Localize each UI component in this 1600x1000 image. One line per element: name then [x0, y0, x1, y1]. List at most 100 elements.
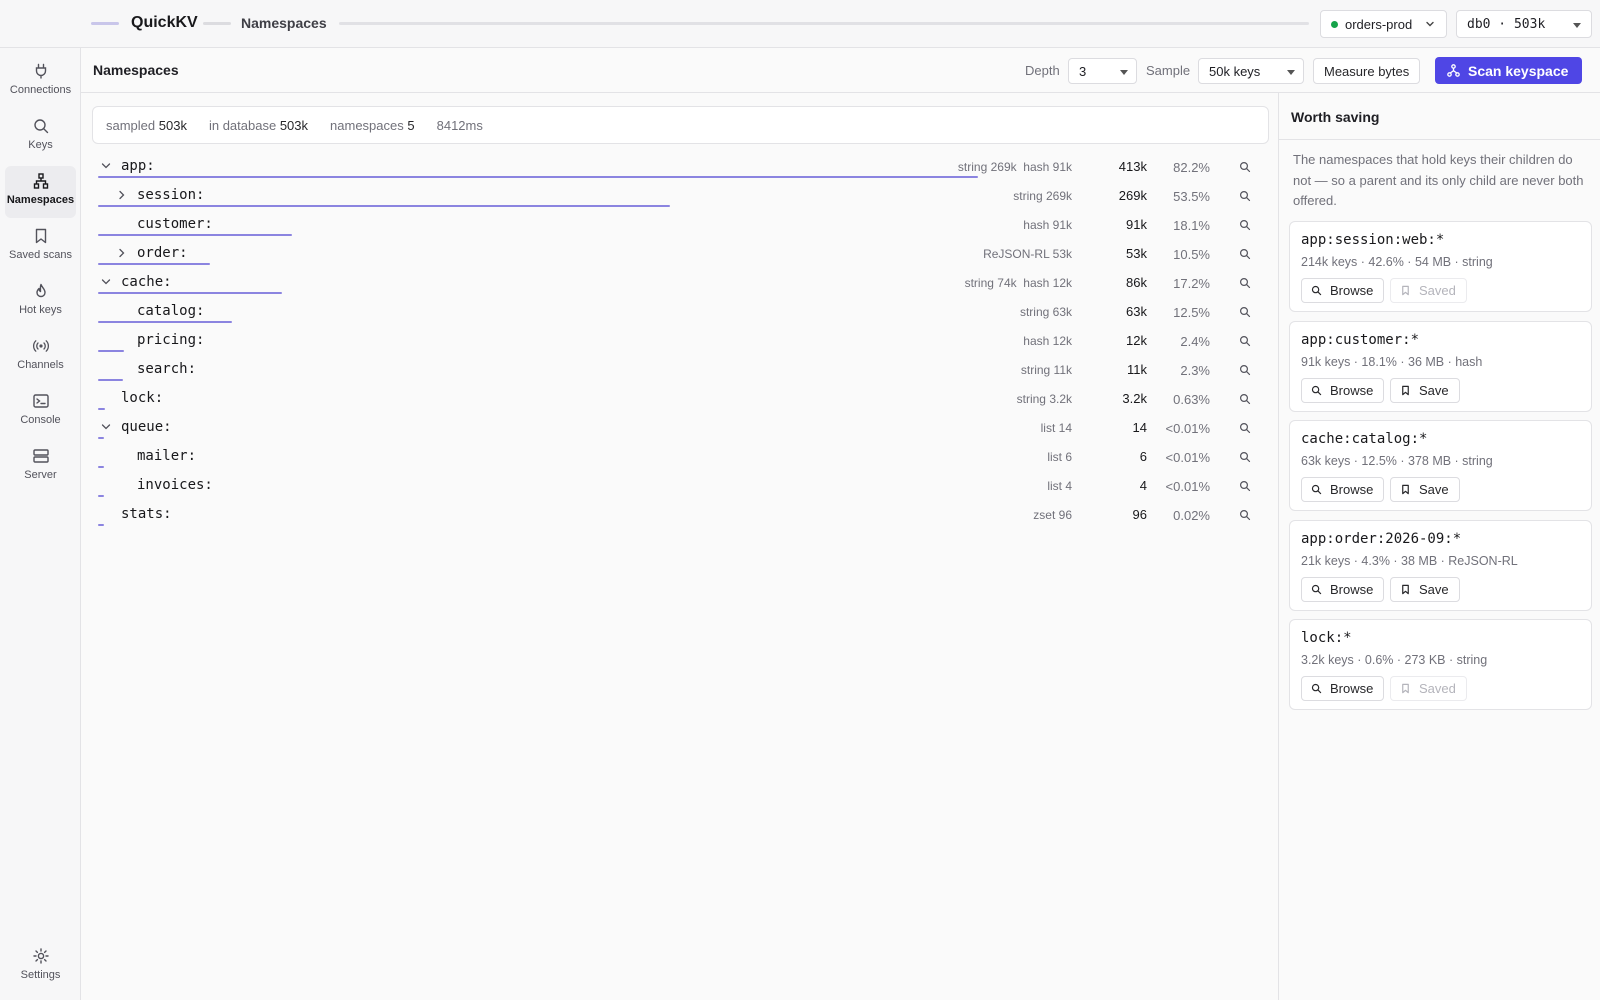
sidebar-item-label: Namespaces — [6, 194, 75, 206]
top-bar: QuickKV Namespaces orders-prod db0 · 503… — [0, 0, 1600, 48]
browse-button[interactable]: Browse — [1301, 377, 1385, 403]
namespace-name: queue: — [121, 419, 172, 435]
sidebar-item-channels[interactable]: Channels — [5, 331, 76, 383]
search-icon[interactable] — [1239, 161, 1251, 173]
save-label: Save — [1419, 482, 1449, 497]
depth-select[interactable]: 3 — [1068, 58, 1137, 84]
namespace-row[interactable]: session: string 269k 269k 53.5% — [92, 182, 1269, 211]
sidebar-item-server[interactable]: Server — [5, 441, 76, 493]
caret-down-icon — [1573, 23, 1581, 28]
sample-select[interactable]: 50k keys — [1198, 58, 1304, 84]
summary-sampled: sampled 503k — [106, 117, 187, 133]
broadcast-icon — [32, 340, 49, 352]
browse-label: Browse — [1330, 382, 1374, 398]
namespace-row[interactable]: invoices: list 4 4 <0.01% — [92, 472, 1269, 501]
card-meta: 214k keys · 42.6% · 54 MB · string — [1301, 255, 1493, 269]
search-icon[interactable] — [1239, 306, 1251, 318]
topbar-divider — [339, 22, 1309, 25]
namespace-row[interactable]: lock: string 3.2k 3.2k 0.63% — [92, 385, 1269, 414]
namespace-name: mailer: — [137, 448, 197, 464]
save-label: Saved — [1419, 283, 1456, 298]
sidebar-item-settings[interactable]: Settings — [5, 941, 76, 993]
namespace-row[interactable]: mailer: list 6 6 <0.01% — [92, 443, 1269, 472]
search-icon[interactable] — [1239, 422, 1251, 434]
card-meta: 21k keys · 4.3% · 38 MB · ReJSON-RL — [1301, 553, 1518, 568]
namespace-share-bar — [98, 321, 232, 323]
connection-select[interactable]: orders-prod — [1320, 10, 1447, 38]
search-icon[interactable] — [1239, 219, 1251, 231]
namespace-percent: 17.2% — [1173, 276, 1210, 291]
save-button[interactable]: Save — [1390, 377, 1460, 403]
search-icon[interactable] — [1239, 393, 1251, 405]
save-button[interactable]: Save — [1390, 477, 1460, 502]
measure-bytes-button[interactable]: Measure bytes — [1313, 58, 1421, 84]
chevron-down-icon[interactable] — [100, 160, 112, 172]
namespace-types: string 269k — [1013, 189, 1072, 203]
namespace-name: stats: — [121, 506, 172, 522]
database-select[interactable]: db0 · 503k — [1456, 10, 1592, 38]
card-pattern: app:session:web:* — [1301, 232, 1445, 248]
search-icon[interactable] — [1239, 190, 1251, 202]
caret-down-icon — [1120, 70, 1128, 75]
save-label: Save — [1419, 382, 1449, 398]
search-icon[interactable] — [1239, 509, 1251, 521]
sample-value: 50k keys — [1209, 63, 1261, 79]
sidebar-item-connections[interactable]: Connections — [5, 56, 76, 108]
scan-keyspace-button[interactable]: Scan keyspace — [1435, 57, 1583, 84]
chevron-down-icon[interactable] — [100, 276, 112, 288]
namespace-percent: <0.01% — [1165, 450, 1210, 465]
browse-button[interactable]: Browse — [1301, 278, 1385, 303]
chevron-right-icon[interactable] — [116, 247, 128, 259]
worth-saving-description: The namespaces that hold keys their chil… — [1293, 152, 1584, 208]
sidebar-item-saved-scans[interactable]: Saved scans — [5, 221, 76, 273]
worth-saving-title: Worth saving — [1279, 93, 1600, 140]
namespace-row[interactable]: cache: string 74k hash 12k 86k 17.2% — [92, 269, 1269, 298]
sidebar-item-hot-keys[interactable]: Hot keys — [5, 276, 76, 328]
namespace-name: cache: — [121, 274, 172, 290]
browse-label: Browse — [1330, 283, 1374, 298]
browse-button[interactable]: Browse — [1301, 676, 1385, 701]
search-icon — [1311, 484, 1322, 495]
namespace-row[interactable]: queue: list 14 14 <0.01% — [92, 414, 1269, 443]
namespace-name: catalog: — [137, 303, 205, 319]
sidebar-item-console[interactable]: Console — [5, 386, 76, 438]
sidebar-item-label: Keys — [28, 139, 53, 151]
sidebar-item-label: Server — [24, 469, 57, 481]
namespace-row[interactable]: catalog: string 63k 63k 12.5% — [92, 298, 1269, 327]
chevron-right-icon[interactable] — [116, 189, 128, 201]
sidebar-item-namespaces[interactable]: Namespaces — [5, 166, 76, 218]
namespace-types: string 63k — [1019, 305, 1072, 319]
toolbar: Namespaces Depth 3 Sample 50k keys Measu… — [81, 48, 1600, 93]
search-icon[interactable] — [1239, 248, 1251, 260]
card-pattern: app:customer:* — [1301, 331, 1420, 348]
brand-accent-line — [91, 22, 119, 25]
save-button[interactable]: Save — [1390, 576, 1460, 602]
saved-button: Saved — [1390, 278, 1467, 303]
flame-icon — [35, 283, 46, 298]
search-icon[interactable] — [1239, 364, 1251, 376]
search-icon[interactable] — [1239, 277, 1251, 289]
browse-button[interactable]: Browse — [1301, 477, 1385, 502]
namespace-name: search: — [137, 361, 197, 377]
search-icon[interactable] — [1239, 451, 1251, 463]
namespace-row[interactable]: pricing: hash 12k 12k 2.4% — [92, 327, 1269, 356]
namespace-row[interactable]: order: ReJSON-RL 53k 53k 10.5% — [92, 240, 1269, 269]
bookmark-icon — [1402, 584, 1409, 594]
sidebar-item-keys[interactable]: Keys — [5, 111, 76, 163]
database-label: db0 · 503k — [1467, 16, 1546, 32]
browse-button[interactable]: Browse — [1301, 576, 1385, 602]
namespace-row[interactable]: stats: zset 96 96 0.02% — [92, 501, 1269, 530]
app-brand: QuickKV — [131, 14, 198, 31]
namespace-row[interactable]: customer: hash 91k 91k 18.1% — [92, 211, 1269, 240]
search-icon[interactable] — [1239, 480, 1251, 492]
sidebar-item-label: Connections — [9, 84, 72, 96]
search-icon[interactable] — [1239, 335, 1251, 347]
tree-icon — [33, 173, 48, 189]
caret-down-icon — [1287, 70, 1295, 75]
chevron-down-icon[interactable] — [100, 421, 112, 433]
namespace-tree: app: string 269k hash 91k 413k 82.2% session… — [92, 153, 1269, 530]
namespace-row[interactable]: search: string 11k 11k 2.3% — [92, 356, 1269, 385]
card-pattern: lock:* — [1301, 630, 1352, 646]
namespace-row[interactable]: app: string 269k hash 91k 413k 82.2% — [92, 153, 1269, 182]
namespace-share-bar — [98, 176, 978, 178]
